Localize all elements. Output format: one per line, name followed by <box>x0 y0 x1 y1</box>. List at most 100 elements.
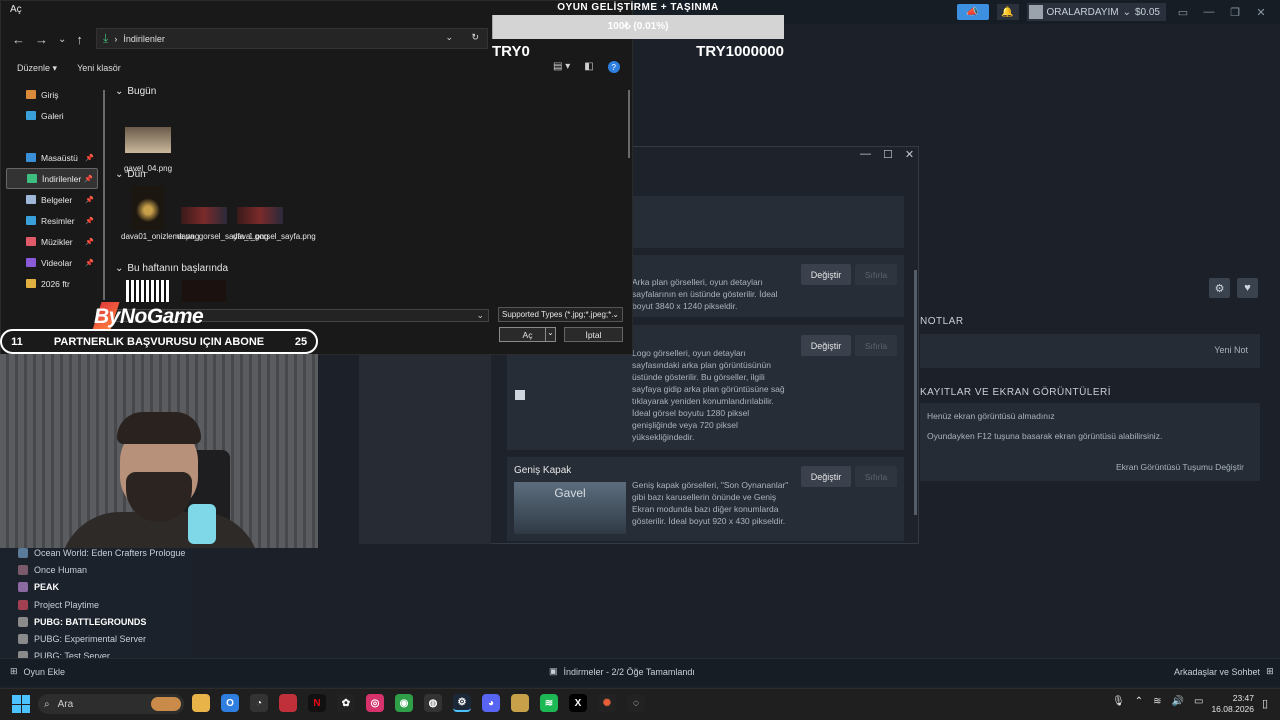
notification-icon[interactable]: ▯ <box>1262 697 1268 710</box>
taskbar-clock[interactable]: 23:47 16.08.2026 <box>1206 693 1254 715</box>
nav-item[interactable]: Müzikler 📌 <box>6 231 98 252</box>
nav-item[interactable]: Masaüstü 📌 <box>6 147 98 168</box>
minimize-icon[interactable]: — <box>1200 6 1218 18</box>
back-arrow-icon[interactable]: ← <box>12 32 25 47</box>
file-item[interactable]: dava01_onizleme.png <box>121 186 199 241</box>
nav-item[interactable]: Giriş <box>6 84 98 105</box>
bell-icon[interactable]: 🔔 <box>996 4 1019 20</box>
view-controls: ▤ ▾ ◧ ? <box>553 61 620 73</box>
file-type-select[interactable]: Supported Types (*.jpg;*.jpeg;*. ⌄ <box>498 307 623 322</box>
downloads-status[interactable]: ▣ İndirmeler - 2/2 Öğe Tamamlandı <box>549 666 695 677</box>
wifi-icon[interactable]: ≋ <box>1153 696 1161 707</box>
goal-min-label: TRY0 <box>492 43 530 60</box>
chatgpt-icon[interactable]: ✿ <box>337 694 355 712</box>
taskbar-search[interactable]: ⌕ Ara <box>38 694 184 714</box>
cancel-button[interactable]: İptal <box>564 327 623 342</box>
open-button[interactable]: Aç ⌄ <box>499 327 556 342</box>
chevron-down-icon[interactable]: ⌄ <box>545 328 555 341</box>
refresh-icon[interactable]: ↻ <box>471 32 479 43</box>
folder-icon <box>26 279 36 288</box>
group-today[interactable]: ⌄ Bugün <box>115 84 625 98</box>
volume-icon[interactable]: 🔊 <box>1171 696 1183 707</box>
nav-item[interactable]: İndirilenler 📌 <box>6 168 98 189</box>
game-list-item[interactable]: Once Human <box>0 561 191 578</box>
nav-item[interactable]: Resimler 📌 <box>6 210 98 231</box>
steam-icon[interactable]: ⚙ <box>453 694 471 712</box>
change-button[interactable]: Değiştir <box>801 466 851 487</box>
new-note-button[interactable]: Yeni Not <box>1214 345 1248 355</box>
nav-item[interactable]: Galeri <box>6 105 98 126</box>
game-list-item[interactable]: Project Playtime <box>0 596 191 613</box>
scrollbar[interactable] <box>914 270 917 515</box>
view-options-icon[interactable]: ▤ ▾ <box>553 61 570 73</box>
chevron-up-icon[interactable]: ⌃ <box>1135 696 1143 707</box>
time: 23:47 <box>1232 693 1254 703</box>
nav-item[interactable]: Videolar 📌 <box>6 252 98 273</box>
up-arrow-icon[interactable]: ↑ <box>76 32 83 47</box>
heart-icon[interactable]: ♥ <box>1237 278 1258 298</box>
netflix-icon[interactable]: N <box>308 694 326 712</box>
organize-menu[interactable]: Düzenle ▾ <box>17 63 57 74</box>
monitor-icon[interactable]: ▭ <box>1174 6 1192 19</box>
nav-item[interactable]: 2026 ftr <box>6 273 98 294</box>
speedometer-icon[interactable]: ◔ <box>250 694 268 712</box>
file-item[interactable]: dava_gorsel_sayfa.png <box>233 186 316 241</box>
forward-arrow-icon[interactable]: → <box>35 32 48 47</box>
help-icon[interactable]: ? <box>607 61 620 73</box>
change-screenshot-key[interactable]: Ekran Görüntüsü Tuşumu Değiştir <box>1116 462 1244 472</box>
x-icon[interactable]: X <box>569 694 587 712</box>
gear-icon[interactable]: ⚙ <box>1209 278 1230 298</box>
chrome-icon[interactable]: ◉ <box>395 694 413 712</box>
address-bar[interactable]: ⤓ › İndirilenler ⌄ ↻ <box>96 28 488 49</box>
change-button[interactable]: Değiştir <box>801 335 851 356</box>
group-this-week[interactable]: ⌄ Bu haftanın başlarında <box>115 261 228 275</box>
close-icon[interactable]: ✕ <box>1252 6 1270 19</box>
app-icon[interactable] <box>279 694 297 712</box>
pin-icon: 📌 <box>85 238 94 246</box>
maximize-icon[interactable]: ☐ <box>883 148 893 161</box>
app-icon[interactable] <box>511 694 529 712</box>
file-thumbnail[interactable] <box>182 280 226 302</box>
microphone-icon[interactable]: 🎙 <box>1112 696 1125 707</box>
friends-chat-button[interactable]: Arkadaşlar ve Sohbet ⊞ <box>1174 666 1274 677</box>
qr-thumbnail[interactable] <box>126 280 170 302</box>
folder-icon <box>26 90 36 99</box>
change-button[interactable]: Değiştir <box>801 264 851 285</box>
claude-icon[interactable]: ✺ <box>598 694 616 712</box>
windows-start-icon[interactable] <box>12 695 30 713</box>
folder-icon <box>26 153 36 162</box>
battery-icon[interactable]: ▭ <box>1194 696 1203 707</box>
instagram-icon[interactable]: ◎ <box>366 694 384 712</box>
banner-message: PARTNERLIK BAŞVURUSU IÇIN ABONE <box>53 335 265 348</box>
game-list-item[interactable]: PEAK <box>0 579 191 596</box>
close-icon[interactable]: ✕ <box>905 148 914 161</box>
chevron-down-icon[interactable]: ⌄ <box>58 34 66 45</box>
minimize-icon[interactable]: — <box>860 148 871 161</box>
reset-button[interactable]: Sıfırla <box>855 466 897 487</box>
file-explorer-icon[interactable] <box>192 694 210 712</box>
new-folder-button[interactable]: Yeni klasör <box>77 63 121 73</box>
reset-button[interactable]: Sıfırla <box>855 335 897 356</box>
game-list-item[interactable]: PUBG: Experimental Server <box>0 630 191 647</box>
app-icon[interactable]: ◌ <box>627 694 645 712</box>
chevron-down-icon[interactable]: ⌄ <box>476 310 484 321</box>
nav-item[interactable]: Belgeler 📌 <box>6 189 98 210</box>
maximize-icon[interactable]: ❐ <box>1226 6 1244 19</box>
discord-icon[interactable]: ◕ <box>482 694 500 712</box>
user-menu[interactable]: ORALARDAYIM ⌄ $0.05 <box>1026 3 1166 21</box>
obs-icon[interactable]: ◍ <box>424 694 442 712</box>
file-scrollbar[interactable] <box>628 90 630 158</box>
preview-pane-icon[interactable]: ◧ <box>584 61 593 73</box>
username: ORALARDAYIM <box>1046 6 1119 18</box>
game-list-item[interactable]: PUBG: BATTLEGROUNDS <box>0 613 191 630</box>
file-item[interactable]: dava_gorsel_sayfa_1.png <box>177 186 269 241</box>
spotify-icon[interactable]: ≋ <box>540 694 558 712</box>
nav-scrollbar[interactable] <box>103 90 105 300</box>
chevron-down-icon[interactable]: ⌄ <box>445 32 453 43</box>
reset-button[interactable]: Sıfırla <box>855 264 897 285</box>
outlook-icon[interactable]: O <box>221 694 239 712</box>
file-item[interactable]: gavel_04.png <box>121 118 175 173</box>
add-game-button[interactable]: ⊞ Oyun Ekle <box>10 666 65 677</box>
nav-item-label: Belgeler <box>41 194 73 205</box>
megaphone-icon[interactable]: 📣 <box>956 4 989 20</box>
